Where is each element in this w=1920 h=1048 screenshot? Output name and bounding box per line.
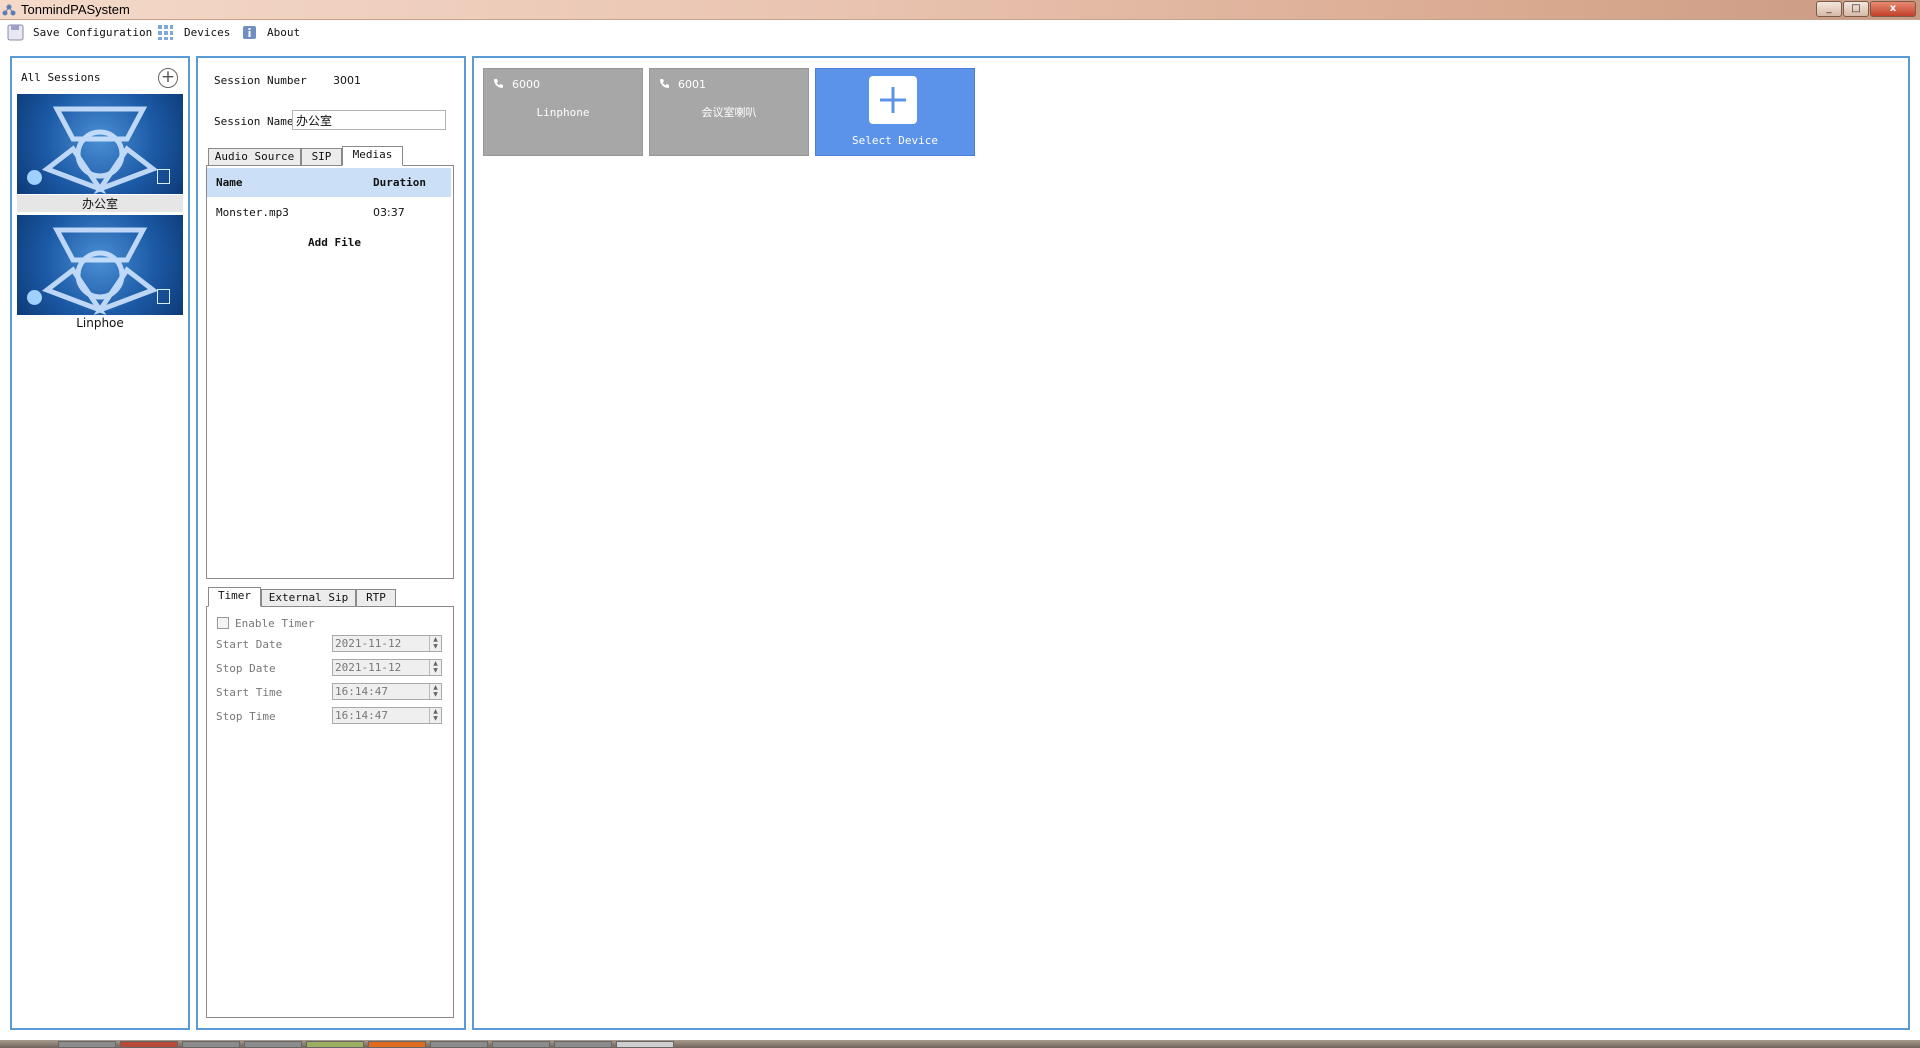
spinner-icon[interactable]: ▲ ▼ — [429, 708, 441, 723]
stop-time-label: Stop Time — [216, 710, 276, 723]
session-name-input[interactable]: 办公室 — [292, 110, 446, 130]
start-date-label: Start Date — [216, 638, 283, 651]
start-date-field[interactable]: 2021-11-12 — [332, 635, 442, 652]
session-number-label: Session Number — [214, 74, 307, 87]
save-icon — [7, 24, 24, 41]
maximize-button[interactable]: □ — [1843, 1, 1869, 17]
tab-sip[interactable]: SIP — [301, 148, 342, 166]
device-number: 6000 — [512, 78, 540, 91]
tab-audio-source[interactable]: Audio Source — [208, 148, 301, 166]
tab-rtp[interactable]: RTP — [356, 589, 396, 607]
spinner-icon[interactable]: ▲ ▼ — [429, 684, 441, 699]
device-name: Linphone — [536, 106, 590, 119]
taskbar-button[interactable] — [430, 1041, 488, 1048]
plus-icon[interactable] — [869, 76, 917, 124]
play-icon[interactable] — [27, 290, 42, 305]
stop-date-label: Stop Date — [216, 662, 276, 675]
media-row-name[interactable]: Monster.mp3 — [216, 206, 289, 219]
device-name: 会议室喇叭 — [701, 106, 757, 119]
tab-timer[interactable]: Timer — [208, 587, 261, 607]
column-duration-header[interactable]: Duration — [373, 176, 426, 189]
window-title: TonmindPASystem — [21, 2, 130, 17]
menu-save-configuration[interactable]: Save Configuration — [33, 24, 152, 42]
stop-date-field[interactable]: 2021-11-12 — [332, 659, 442, 676]
phone-icon — [494, 79, 503, 88]
phone-icon — [660, 79, 669, 88]
taskbar-button[interactable] — [182, 1041, 240, 1048]
start-time-field[interactable]: 16:14:47 — [332, 683, 442, 700]
delete-icon[interactable] — [157, 169, 170, 184]
device-number: 6001 — [678, 78, 706, 91]
title-bar — [0, 0, 1920, 20]
taskbar-button[interactable] — [58, 1041, 116, 1048]
taskbar-button[interactable] — [492, 1041, 550, 1048]
minimize-button[interactable]: _ — [1816, 1, 1842, 17]
taskbar-button[interactable] — [244, 1041, 302, 1048]
delete-icon[interactable] — [157, 289, 170, 304]
enable-timer-label: Enable Timer — [235, 617, 315, 630]
app-icon — [2, 4, 16, 16]
taskbar-button[interactable] — [368, 1041, 426, 1048]
session-label[interactable]: Linphoe — [17, 316, 183, 330]
devices-panel — [472, 56, 1910, 1030]
devices-icon — [158, 25, 173, 40]
close-button[interactable]: x — [1870, 1, 1916, 17]
menu-devices[interactable]: Devices — [184, 24, 230, 42]
start-time-label: Start Time — [216, 686, 283, 699]
session-number-value: 3001 — [333, 74, 361, 87]
media-row-duration[interactable]: 03:37 — [373, 206, 405, 219]
tab-external-sip[interactable]: External Sip — [261, 589, 356, 607]
info-icon — [243, 26, 256, 39]
column-name-header[interactable]: Name — [216, 176, 243, 189]
play-icon[interactable] — [27, 170, 42, 185]
spinner-icon[interactable]: ▲ ▼ — [429, 660, 441, 675]
sessions-title: All Sessions — [21, 71, 101, 84]
taskbar-button[interactable] — [306, 1041, 364, 1048]
enable-timer-checkbox[interactable] — [217, 617, 229, 629]
medias-tab-body — [206, 165, 454, 579]
session-name-label: Session Name — [214, 115, 294, 128]
tab-medias[interactable]: Medias — [342, 146, 403, 166]
add-session-icon[interactable]: + — [158, 68, 178, 88]
spinner-icon[interactable]: ▲ ▼ — [429, 636, 441, 651]
session-label[interactable]: 办公室 — [17, 195, 183, 212]
taskbar-button[interactable] — [120, 1041, 178, 1048]
menu-about[interactable]: About — [267, 24, 300, 42]
taskbar-button[interactable] — [554, 1041, 612, 1048]
select-device-label[interactable]: Select Device — [816, 134, 974, 147]
add-file-button[interactable]: Add File — [308, 236, 361, 249]
taskbar-button[interactable] — [616, 1041, 674, 1048]
stop-time-field[interactable]: 16:14:47 — [332, 707, 442, 724]
